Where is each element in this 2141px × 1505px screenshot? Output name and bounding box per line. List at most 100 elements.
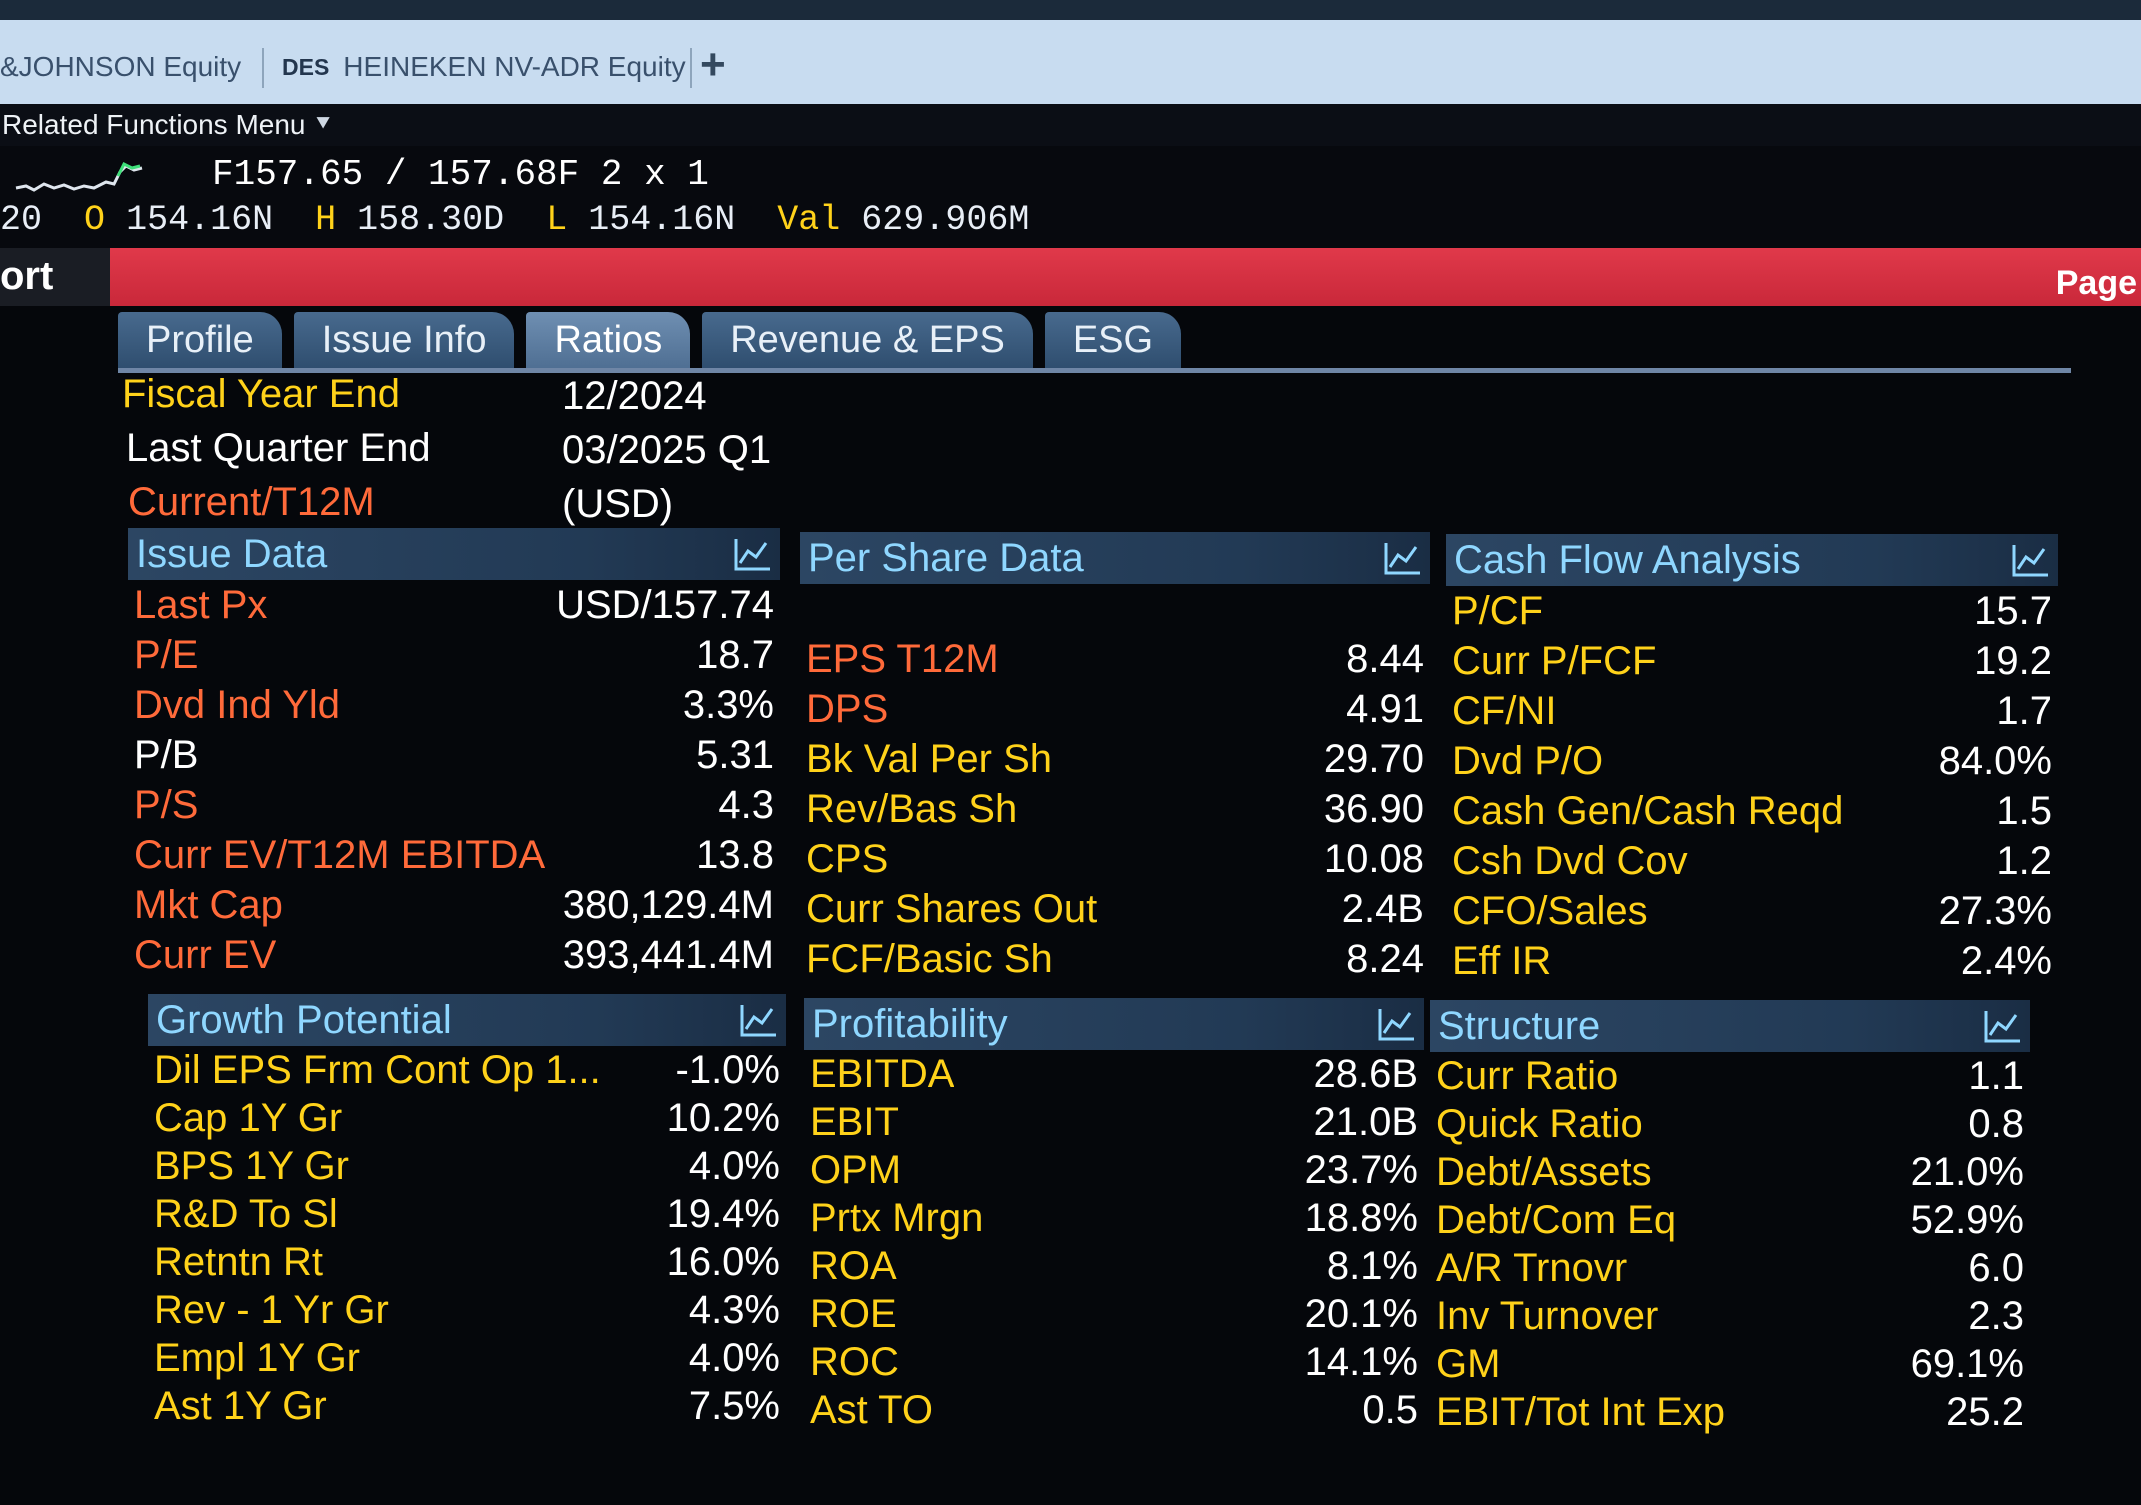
ratio-row-cps[interactable]: CPS 10.08 <box>800 834 1430 884</box>
ratio-label: Dvd P/O <box>1452 738 1604 783</box>
tab-profile[interactable]: Profile <box>118 312 282 368</box>
ratio-row-roa[interactable]: ROA 8.1% <box>804 1242 1424 1290</box>
ratio-value: 28.6B <box>1313 1051 1418 1096</box>
ratio-row-roe[interactable]: ROE 20.1% <box>804 1290 1424 1338</box>
ratio-value: 52.9% <box>1910 1197 2024 1242</box>
line-chart-icon[interactable] <box>738 1001 778 1039</box>
ratio-row-pe[interactable]: P/E 18.7 <box>128 630 780 680</box>
current-t12m-label[interactable]: Current/T12M <box>128 480 375 525</box>
ratio-value: 18.8% <box>1304 1195 1418 1240</box>
ratio-row-quick-ratio[interactable]: Quick Ratio 0.8 <box>1430 1100 2030 1148</box>
double-chevron-down-icon[interactable]: ⯆ <box>314 111 333 139</box>
ratio-label: BPS 1Y Gr <box>154 1143 349 1188</box>
ratio-value: 13.8 <box>696 832 774 877</box>
ratio-row-cf-ni[interactable]: CF/NI 1.7 <box>1446 686 2058 736</box>
ratio-row-dil-eps[interactable]: Dil EPS Frm Cont Op 1... -1.0% <box>148 1046 786 1094</box>
ratio-row-cap-1y-gr[interactable]: Cap 1Y Gr 10.2% <box>148 1094 786 1142</box>
tab-esg[interactable]: ESG <box>1044 312 1182 368</box>
section-header: Structure <box>1430 1000 2030 1052</box>
ratio-label: DPS <box>806 686 889 731</box>
ratio-label: Last Px <box>134 582 268 627</box>
ratio-row-pb[interactable]: P/B 5.31 <box>128 730 780 780</box>
ratio-row-cfo-sales[interactable]: CFO/Sales 27.3% <box>1446 886 2058 936</box>
ratio-row-bk-val-per-sh[interactable]: Bk Val Per Sh 29.70 <box>800 734 1430 784</box>
line-chart-icon[interactable] <box>1982 1007 2022 1045</box>
ratio-label: Curr P/FCF <box>1452 638 1657 683</box>
ratio-row-csh-dvd-cov[interactable]: Csh Dvd Cov 1.2 <box>1446 836 2058 886</box>
currency-label[interactable]: (USD) <box>562 482 673 527</box>
ratio-row-ar-trnovr[interactable]: A/R Trnovr 6.0 <box>1430 1244 2030 1292</box>
ratio-row-debt-assets[interactable]: Debt/Assets 21.0% <box>1430 1148 2030 1196</box>
ratio-row-eff-ir[interactable]: Eff IR 2.4% <box>1446 936 2058 986</box>
growth-potential-section: Growth Potential Dil EPS Frm Cont Op 1..… <box>148 994 786 1430</box>
ratio-row-dps[interactable]: DPS 4.91 <box>800 684 1430 734</box>
ratio-row-gm[interactable]: GM 69.1% <box>1430 1340 2030 1388</box>
ratio-row-bps-1y-gr[interactable]: BPS 1Y Gr 4.0% <box>148 1142 786 1190</box>
ratio-row-debt-com-eq[interactable]: Debt/Com Eq 52.9% <box>1430 1196 2030 1244</box>
function-tabs: Profile Issue Info Ratios Revenue & EPS … <box>118 312 1193 368</box>
ratio-label: Rev/Bas Sh <box>806 786 1018 831</box>
ratio-value: 1.5 <box>1996 788 2052 833</box>
ratio-row-rev-1-yr-gr[interactable]: Rev - 1 Yr Gr 4.3% <box>148 1286 786 1334</box>
line-chart-icon[interactable] <box>732 535 772 573</box>
ratio-row-p-cf[interactable]: P/CF 15.7 <box>1446 586 2058 636</box>
ratio-row-fcf-basic-sh[interactable]: FCF/Basic Sh 8.24 <box>800 934 1430 984</box>
ratio-row-ast-1y-gr[interactable]: Ast 1Y Gr 7.5% <box>148 1382 786 1430</box>
cash-flow-analysis-section: Cash Flow Analysis P/CF 15.7 Curr P/FCF 19… <box>1446 534 2058 986</box>
ratio-label: A/R Trnovr <box>1436 1245 1628 1290</box>
sparkline-icon <box>15 161 143 192</box>
window-tab-johnson[interactable]: &JOHNSON Equity <box>0 42 241 92</box>
ratio-row-curr-shares-out[interactable]: Curr Shares Out 2.4B <box>800 884 1430 934</box>
tab-ratios[interactable]: Ratios <box>526 312 691 368</box>
ratio-row-last-px[interactable]: Last Px USD/157.74 <box>128 580 780 630</box>
ratio-label: P/E <box>134 632 199 677</box>
ratio-row-ast-to[interactable]: Ast TO 0.5 <box>804 1386 1424 1434</box>
ratio-row-rd-to-sl[interactable]: R&D To Sl 19.4% <box>148 1190 786 1238</box>
ratio-row-ebit-tot-int-exp[interactable]: EBIT/Tot Int Exp 25.2 <box>1430 1388 2030 1436</box>
section-header: Cash Flow Analysis <box>1446 534 2058 586</box>
ratio-value: 21.0% <box>1910 1149 2024 1194</box>
ratio-label: P/B <box>134 732 199 777</box>
ratio-value: 69.1% <box>1910 1341 2024 1386</box>
ratio-label: Curr Ratio <box>1436 1053 1619 1098</box>
section-header: Profitability <box>804 998 1424 1050</box>
ratio-value: 4.91 <box>1346 686 1424 731</box>
tab-revenue-eps[interactable]: Revenue & EPS <box>702 312 1033 368</box>
ratio-row-rev-bas-sh[interactable]: Rev/Bas Sh 36.90 <box>800 784 1430 834</box>
ratio-row-dvd-po[interactable]: Dvd P/O 84.0% <box>1446 736 2058 786</box>
ratio-row-prtx-mrgn[interactable]: Prtx Mrgn 18.8% <box>804 1194 1424 1242</box>
ratio-value: 380,129.4M <box>562 882 774 927</box>
line-chart-icon[interactable] <box>2010 541 2050 579</box>
ratio-label: GM <box>1436 1341 1501 1386</box>
ratio-row-dvd-ind-yld[interactable]: Dvd Ind Yld 3.3% <box>128 680 780 730</box>
page-button[interactable]: Page <box>2056 264 2137 303</box>
tab-issue-info[interactable]: Issue Info <box>293 312 515 368</box>
ratio-row-roc[interactable]: ROC 14.1% <box>804 1338 1424 1386</box>
ratio-row-inv-turnover[interactable]: Inv Turnover 2.3 <box>1430 1292 2030 1340</box>
ratio-row-opm[interactable]: OPM 23.7% <box>804 1146 1424 1194</box>
ratio-label: Curr Shares Out <box>806 886 1098 931</box>
section-title: Cash Flow Analysis <box>1454 537 1801 582</box>
line-chart-icon[interactable] <box>1382 539 1422 577</box>
structure-section: Structure Curr Ratio 1.1 Quick Ratio 0.8 D… <box>1430 1000 2030 1436</box>
section-header: Growth Potential <box>148 994 786 1046</box>
ratio-row-empl-1y-gr[interactable]: Empl 1Y Gr 4.0% <box>148 1334 786 1382</box>
window-tab-heineken[interactable]: DES HEINEKEN NV-ADR Equity <box>282 42 686 92</box>
ratio-value: 8.1% <box>1326 1243 1418 1288</box>
ratio-value: 84.0% <box>1938 738 2052 783</box>
ratio-row-ps[interactable]: P/S 4.3 <box>128 780 780 830</box>
ratio-row-curr-ratio[interactable]: Curr Ratio 1.1 <box>1430 1052 2030 1100</box>
ratio-row-curr-p-fcf[interactable]: Curr P/FCF 19.2 <box>1446 636 2058 686</box>
ratio-row-curr-ev-ebitda[interactable]: Curr EV/T12M EBITDA 13.8 <box>128 830 780 880</box>
section-header: Issue Data <box>128 528 780 580</box>
related-functions-menu[interactable]: Related Functions Menu <box>2 109 306 141</box>
ratio-row-ebitda[interactable]: EBITDA 28.6B <box>804 1050 1424 1098</box>
ratio-row-retntn-rt[interactable]: Retntn Rt 16.0% <box>148 1238 786 1286</box>
ratio-row-curr-ev[interactable]: Curr EV 393,441.4M <box>128 930 780 980</box>
add-tab-button[interactable]: + <box>700 40 726 90</box>
ratio-row-ebit[interactable]: EBIT 21.0B <box>804 1098 1424 1146</box>
ratio-row-cash-gen-cash-reqd[interactable]: Cash Gen/Cash Reqd 1.5 <box>1446 786 2058 836</box>
line-chart-icon[interactable] <box>1376 1005 1416 1043</box>
ratio-row-eps-t12m[interactable]: EPS T12M 8.44 <box>800 634 1430 684</box>
ratio-row-mkt-cap[interactable]: Mkt Cap 380,129.4M <box>128 880 780 930</box>
